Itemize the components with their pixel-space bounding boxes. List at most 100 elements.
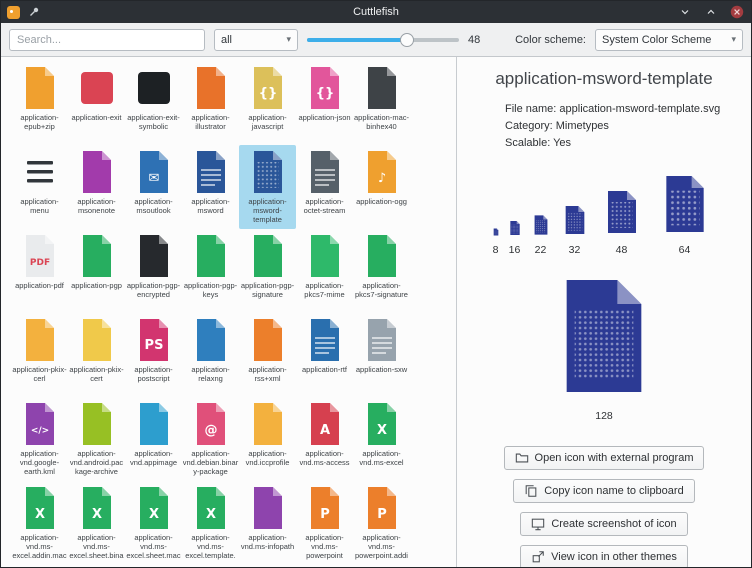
icon-grid-item[interactable]: Aapplication-vnd.ms-access <box>296 397 353 481</box>
icon-grid-item[interactable]: application-pgp-signature <box>239 229 296 313</box>
size-label: 16 <box>509 244 521 256</box>
color-scheme-value: System Color Scheme <box>602 34 727 46</box>
icon-label: application-pkix-cerl <box>12 365 68 383</box>
button-label: Create screenshot of icon <box>551 518 676 530</box>
icon-grid-item[interactable]: Xapplication-vnd.ms-excel.sheet.macroEna… <box>125 481 182 565</box>
icon-grid-item[interactable]: Papplication-vnd.ms-powerpoint.addin.mac… <box>353 481 410 565</box>
mimetype-icon <box>16 316 64 364</box>
icon-grid-item[interactable]: application-vnd.android.package-archive <box>68 397 125 481</box>
open-icon-with-external-program-button[interactable]: Open icon with external program <box>504 446 705 470</box>
icon-preview-128-label: 128 <box>457 410 751 422</box>
icon-grid-item[interactable]: application-pgp-encrypted <box>125 229 182 313</box>
mimetype-icon <box>16 148 64 196</box>
icon-grid-item[interactable]: @application-vnd.debian.binary-package <box>182 397 239 481</box>
icon-label: application-vnd.ms-excel.sheet.macroEnab… <box>126 533 182 560</box>
icon-grid-item[interactable]: application-sxw <box>353 313 410 397</box>
mimetype-icon <box>301 316 349 364</box>
icon-label: application-ogg <box>354 197 410 206</box>
close-button[interactable] <box>729 4 745 20</box>
icon-grid-item[interactable]: {}application-javascript <box>239 61 296 145</box>
mimetype-icon: X <box>16 484 64 532</box>
copy-icon-name-to-clipboard-button[interactable]: Copy icon name to clipboard <box>513 479 694 503</box>
icon-grid-item[interactable]: application-mac-binhex40 <box>353 61 410 145</box>
icon-grid-item[interactable]: ♪application-ogg <box>353 145 410 229</box>
svg-text:P: P <box>377 507 387 522</box>
icon-grid-item[interactable]: PSapplication-postscript <box>125 313 182 397</box>
mimetype-icon: X <box>130 484 178 532</box>
icon-label: application-vnd.ms-powerpoint <box>297 533 353 560</box>
color-scheme-select[interactable]: System Color Scheme ▾ <box>595 29 743 51</box>
icon-grid-item[interactable]: PDFapplication-pdf <box>11 229 68 313</box>
svg-text:X: X <box>148 507 158 522</box>
icon-grid-item[interactable]: {}application-json <box>296 61 353 145</box>
icon-grid-item[interactable]: Xapplication-vnd.ms-excel.addin.macroEna… <box>11 481 68 565</box>
icon-label: application-vnd.iccprofile <box>240 449 296 467</box>
size-label: 64 <box>679 244 691 256</box>
icon-label: application-mac-binhex40 <box>354 113 410 131</box>
icon-grid-item[interactable]: application-msonenote <box>68 145 125 229</box>
icon-grid-item[interactable]: </>application-vnd.google-earth.kml <box>11 397 68 481</box>
size-preview-48: 48 <box>598 188 646 256</box>
svg-text:PDF: PDF <box>29 258 49 268</box>
icon-grid-item[interactable]: Xapplication-vnd.ms-excel.sheet.binary.m… <box>68 481 125 565</box>
icon-grid-item[interactable]: application-vnd.appimage <box>125 397 182 481</box>
svg-text:@: @ <box>204 423 217 438</box>
maximize-button[interactable] <box>703 4 719 20</box>
icon-grid-item[interactable]: ✉application-msoutlook <box>125 145 182 229</box>
mimetype-icon: @ <box>187 400 235 448</box>
icon-label: application-exit-symbolic <box>126 113 182 131</box>
icon-label: application-vnd.appimage <box>126 449 182 467</box>
icon-label: application-vnd.ms-excel.sheet.binary.ma… <box>69 533 125 560</box>
size-preview-64: 64 <box>653 172 717 256</box>
mimetype-icon: P <box>301 484 349 532</box>
icon-grid-item[interactable]: application-pkcs7-mime <box>296 229 353 313</box>
icon-grid-item[interactable]: application-pkix-cert <box>68 313 125 397</box>
size-slider[interactable] <box>307 29 459 51</box>
icon-grid-item[interactable]: application-octet-stream <box>296 145 353 229</box>
search-input[interactable] <box>9 29 205 51</box>
icon-label: application-pkcs7-signature <box>354 281 410 299</box>
icon-grid[interactable]: application-epub+zipapplication-exitappl… <box>1 57 457 567</box>
icon-grid-item[interactable]: application-pkcs7-signature <box>353 229 410 313</box>
icon-grid-item[interactable]: application-vnd.iccprofile <box>239 397 296 481</box>
window-title: Cuttlefish <box>1 6 751 18</box>
create-screenshot-of-icon-button[interactable]: Create screenshot of icon <box>520 512 687 536</box>
mimetype-icon <box>244 484 292 532</box>
mimetype-icon <box>73 400 121 448</box>
icon-grid-item[interactable]: application-vnd.ms-infopath <box>239 481 296 565</box>
icon-grid-item[interactable]: application-rss+xml <box>239 313 296 397</box>
pin-icon[interactable] <box>26 4 42 20</box>
icon-grid-item[interactable]: application-pgp <box>68 229 125 313</box>
icon-grid-item[interactable]: Xapplication-vnd.ms-excel <box>353 397 410 481</box>
info-row: File name: application-msword-template.s… <box>505 101 751 118</box>
icon-grid-item[interactable]: application-exit <box>68 61 125 145</box>
icon-grid-item[interactable]: application-pgp-keys <box>182 229 239 313</box>
icon-grid-item[interactable]: application-pkix-cerl <box>11 313 68 397</box>
icon-grid-item[interactable]: application-relaxng <box>182 313 239 397</box>
icon-label: application-pgp <box>69 281 125 290</box>
icon-grid-item[interactable]: application-epub+zip <box>11 61 68 145</box>
icon-grid-item[interactable]: Xapplication-vnd.ms-excel.template.macro… <box>182 481 239 565</box>
filter-select[interactable]: all ▾ <box>214 29 298 51</box>
icon-grid-item[interactable]: application-rtf <box>296 313 353 397</box>
icon-grid-item[interactable]: application-menu <box>11 145 68 229</box>
detail-title: application-msword-template <box>461 69 747 89</box>
svg-text:</>: </> <box>30 426 48 436</box>
folder-open-icon <box>515 451 529 465</box>
mimetype-icon: X <box>358 400 406 448</box>
toolbar: all ▾ 48 Color scheme: System Color Sche… <box>1 23 751 57</box>
slider-fill <box>307 38 407 42</box>
info-row: Category: Mimetypes <box>505 118 751 135</box>
svg-text:✉: ✉ <box>148 171 159 186</box>
icon-grid-item[interactable]: Papplication-vnd.ms-powerpoint <box>296 481 353 565</box>
minimize-button[interactable] <box>677 4 693 20</box>
mimetype-icon <box>130 400 178 448</box>
icon-grid-item[interactable]: application-illustrator <box>182 61 239 145</box>
icon-grid-item[interactable]: application-exit-symbolic <box>125 61 182 145</box>
icon-grid-item[interactable]: application-msword-template <box>239 145 296 229</box>
view-icon-in-other-themes-button[interactable]: View icon in other themes <box>520 545 688 567</box>
icon-grid-item[interactable]: application-msword <box>182 145 239 229</box>
mimetype-icon <box>73 64 121 112</box>
mimetype-icon: {} <box>301 64 349 112</box>
slider-handle[interactable] <box>400 33 414 47</box>
